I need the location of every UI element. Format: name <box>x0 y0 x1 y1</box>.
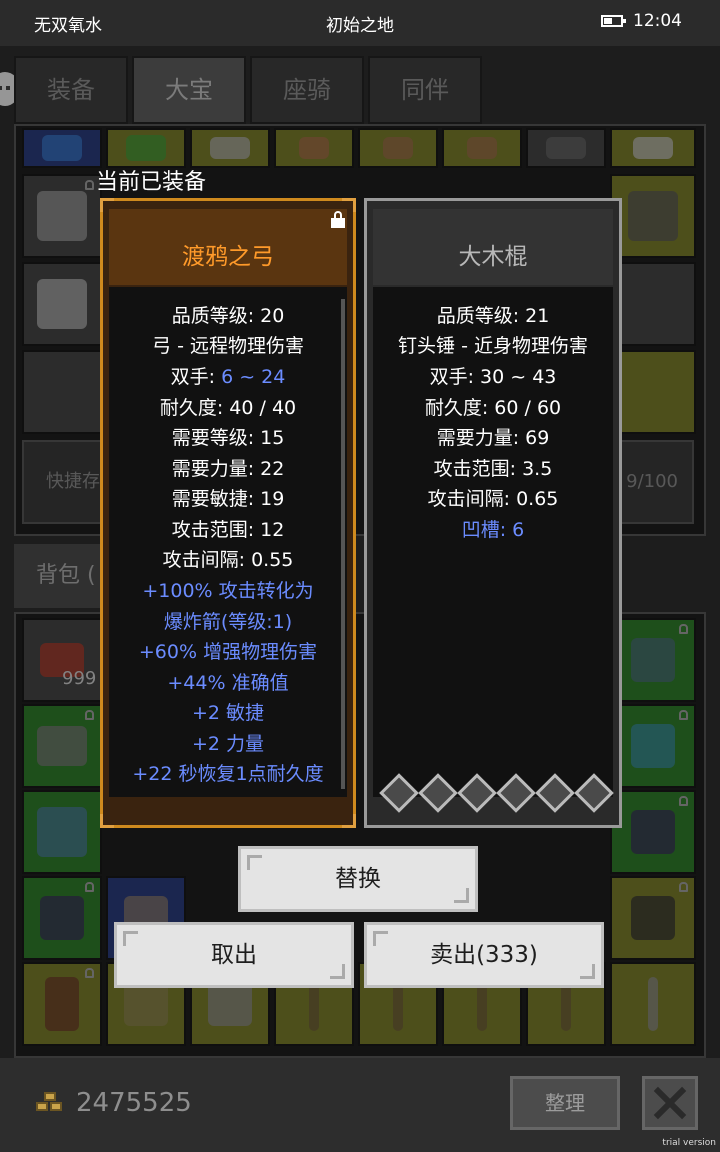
stat-value: 6 ~ 24 <box>221 366 286 388</box>
socket-icon <box>574 773 610 809</box>
status-bar: 无双氧水 初始之地 12:04 <box>0 0 720 46</box>
stat-line: 耐久度: 40 / 40 <box>159 397 297 419</box>
gold-amount: 2475525 <box>76 1088 192 1118</box>
stat-line: 品质等级: 21 <box>436 305 550 327</box>
affix-line: +2 敏捷 <box>191 702 265 724</box>
stat-line: 品质等级: 20 <box>171 305 285 327</box>
sell-button[interactable]: 卖出(333) <box>364 922 604 988</box>
lock-icon[interactable] <box>331 211 345 228</box>
stat-line: 耐久度: 60 / 60 <box>424 397 562 419</box>
socket-icon <box>457 773 493 809</box>
replace-button[interactable]: 替换 <box>238 846 478 912</box>
affix-line: +2 力量 <box>191 733 265 755</box>
socket-icon <box>496 773 532 809</box>
trial-watermark: trial version <box>662 1138 716 1148</box>
sort-button[interactable]: 整理 <box>510 1076 620 1130</box>
battery-icon <box>601 15 626 27</box>
status-right: 12:04 <box>601 11 682 31</box>
affix-line: +60% 增强物理伤害 <box>138 641 318 663</box>
stat-line: 需要等级: 15 <box>171 427 285 449</box>
stat-line: 攻击间隔: 0.65 <box>427 488 559 510</box>
stat-line: 攻击范围: 3.5 <box>433 458 553 480</box>
equipped-item-card: 渡鸦之弓 品质等级: 20 弓 - 远程物理伤害 双手: 6 ~ 24 耐久度:… <box>100 198 356 828</box>
affix-line: +22 秒恢复1点耐久度 <box>132 763 324 785</box>
compare-item-card: 大木棍 品质等级: 21 钉头锤 - 近身物理伤害 双手: 30 ~ 43 耐久… <box>364 198 622 828</box>
equipped-item-name: 渡鸦之弓 <box>182 244 274 270</box>
stat-line: 攻击范围: 12 <box>171 519 285 541</box>
socket-icon <box>418 773 454 809</box>
socket-count: 凹槽: 6 <box>461 519 525 541</box>
socket-icon <box>379 773 415 809</box>
stat-line: 需要力量: 69 <box>436 427 550 449</box>
affix-line: +44% 准确值 <box>167 672 289 694</box>
gold-coins-icon <box>36 1092 66 1116</box>
stat-line: 需要敏捷: 19 <box>171 488 285 510</box>
affix-line: +100% 攻击转化为 <box>142 580 314 602</box>
close-icon[interactable] <box>642 1076 698 1130</box>
socket-icon <box>535 773 571 809</box>
stat-line: 钉头锤 - 近身物理伤害 <box>398 335 588 357</box>
stat-label: 双手: <box>170 366 222 388</box>
stat-line: 双手: 6 ~ 24 <box>103 362 353 389</box>
stat-line: 弓 - 远程物理伤害 <box>152 335 304 357</box>
stat-line: 双手: 30 ~ 43 <box>429 366 557 388</box>
take-out-button[interactable]: 取出 <box>114 922 354 988</box>
stat-line: 需要力量: 22 <box>171 458 285 480</box>
compare-item-name: 大木棍 <box>458 244 528 270</box>
affix-line: 爆炸箭(等级:1) <box>163 611 293 633</box>
clock: 12:04 <box>633 11 682 31</box>
equipped-heading: 当前已装备 <box>96 170 207 195</box>
stat-line: 攻击间隔: 0.55 <box>162 549 294 571</box>
socket-row <box>379 773 610 809</box>
